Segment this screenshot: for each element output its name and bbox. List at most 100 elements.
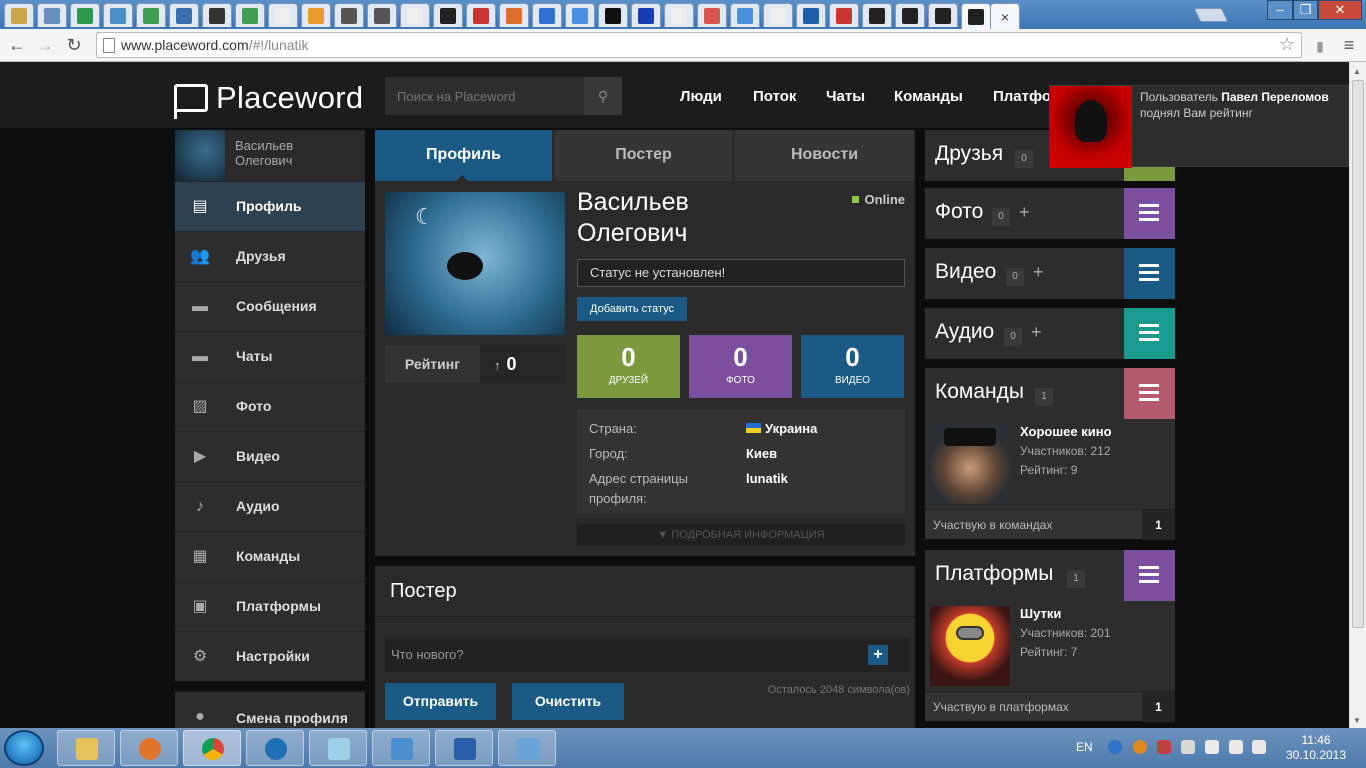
bookmark-star-icon[interactable]: ☆ bbox=[1279, 34, 1295, 55]
taskbar-explorer[interactable] bbox=[57, 730, 115, 766]
profile-avatar[interactable]: ☾ bbox=[385, 192, 565, 335]
rating-value-box[interactable]: ↑ 0 bbox=[480, 345, 565, 383]
sidebar-item-0[interactable]: ▤ Профиль bbox=[175, 181, 365, 232]
team-thumbnail[interactable] bbox=[930, 424, 1010, 504]
browser-tab[interactable] bbox=[301, 3, 331, 27]
address-bar[interactable]: www.placeword.com/#!/lunatik ☆ bbox=[96, 32, 1302, 58]
browser-tab[interactable] bbox=[169, 3, 199, 27]
add-plus-icon[interactable]: + bbox=[1031, 322, 1042, 343]
reload-icon[interactable]: ↻ bbox=[63, 34, 85, 56]
browser-tab[interactable] bbox=[598, 3, 628, 27]
sidebar-item-7[interactable]: ▦ Команды bbox=[175, 531, 365, 581]
network-signal-icon[interactable] bbox=[1229, 740, 1243, 754]
details-toggle[interactable]: ▼ ПОДРОБНАЯ ИНФОРМАЦИЯ bbox=[577, 524, 905, 546]
stat-friends[interactable]: 0 ДРУЗЕЙ bbox=[577, 335, 680, 398]
add-status-button[interactable]: Добавить статус bbox=[577, 297, 687, 321]
update-icon[interactable] bbox=[1133, 740, 1147, 754]
bluetooth-icon[interactable] bbox=[1108, 740, 1122, 754]
platform-name[interactable]: Шутки bbox=[1020, 606, 1061, 621]
browser-tab[interactable] bbox=[334, 3, 364, 27]
browser-tab[interactable] bbox=[532, 3, 562, 27]
tool-icon[interactable] bbox=[1157, 740, 1171, 754]
browser-tab[interactable] bbox=[631, 3, 661, 27]
taskbar-control-panel[interactable] bbox=[498, 730, 556, 766]
scroll-up-arrow-icon[interactable]: ▲ bbox=[1353, 67, 1361, 76]
widget-title[interactable]: Видео bbox=[935, 260, 996, 284]
browser-tab[interactable] bbox=[466, 3, 496, 27]
browser-tab[interactable] bbox=[37, 3, 67, 27]
browser-tab[interactable] bbox=[763, 3, 793, 27]
clear-button[interactable]: Очистить bbox=[512, 683, 624, 720]
sidebar-item-2[interactable]: ▬ Сообщения bbox=[175, 281, 365, 331]
stat-videos[interactable]: 0 ВИДЕО bbox=[801, 335, 904, 398]
scroll-down-arrow-icon[interactable]: ▼ bbox=[1353, 716, 1361, 725]
browser-tab[interactable] bbox=[235, 3, 265, 27]
scroll-thumb[interactable] bbox=[1352, 80, 1364, 628]
device-icon[interactable] bbox=[1205, 740, 1219, 754]
team-card[interactable]: Хорошее кино Участников: 212 Рейтинг: 9 bbox=[925, 419, 1175, 509]
browser-tab[interactable] bbox=[400, 3, 430, 27]
browser-tab[interactable] bbox=[730, 3, 760, 27]
browser-tab[interactable] bbox=[103, 3, 133, 27]
platforms-footer[interactable]: Участвую в платформах 1 bbox=[925, 691, 1175, 722]
nav-chats[interactable]: Чаты bbox=[826, 88, 865, 105]
volume-icon[interactable] bbox=[1252, 740, 1266, 754]
send-button[interactable]: Отправить bbox=[385, 683, 496, 720]
stat-photos[interactable]: 0 ФОТО bbox=[689, 335, 792, 398]
tab-news[interactable]: Новости bbox=[735, 130, 915, 181]
sidebar-item-9[interactable]: ⚙ Настройки bbox=[175, 631, 365, 681]
sidebar-item-1[interactable]: 👥 Друзья bbox=[175, 231, 365, 281]
widget-title[interactable]: Фото bbox=[935, 200, 983, 224]
nav-stream[interactable]: Поток bbox=[753, 88, 796, 105]
widget-menu-button[interactable] bbox=[1124, 550, 1175, 601]
language-indicator[interactable]: EN bbox=[1076, 740, 1093, 754]
chrome-menu-icon[interactable]: ≡ bbox=[1338, 34, 1360, 56]
minimize-window-button[interactable]: – bbox=[1267, 0, 1293, 20]
widget-title[interactable]: Аудио bbox=[935, 320, 994, 344]
widget-menu-button[interactable] bbox=[1124, 188, 1175, 239]
close-window-button[interactable]: ✕ bbox=[1318, 0, 1362, 20]
browser-tab[interactable] bbox=[829, 3, 859, 27]
platform-thumbnail[interactable] bbox=[930, 606, 1010, 686]
browser-tab[interactable] bbox=[862, 3, 892, 27]
new-tab-button[interactable] bbox=[1193, 8, 1229, 22]
taskbar-k-app[interactable] bbox=[246, 730, 304, 766]
url-text[interactable]: www.placeword.com/#!/lunatik bbox=[121, 37, 309, 53]
browser-tab[interactable] bbox=[70, 3, 100, 27]
widget-title[interactable]: Платформы bbox=[935, 562, 1053, 586]
sidebar-user-name[interactable]: Васильев Олегович bbox=[235, 138, 345, 168]
flag-icon[interactable] bbox=[1181, 740, 1195, 754]
address-value[interactable]: lunatik bbox=[746, 469, 788, 489]
taskbar-image-viewer[interactable] bbox=[372, 730, 430, 766]
browser-tab[interactable] bbox=[136, 3, 166, 27]
teams-footer[interactable]: Участвую в командах 1 bbox=[925, 509, 1175, 540]
sidebar-item-8[interactable]: ▣ Платформы bbox=[175, 581, 365, 631]
sidebar-item-6[interactable]: ♪ Аудио bbox=[175, 481, 365, 531]
taskbar-word[interactable] bbox=[435, 730, 493, 766]
browser-tab[interactable] bbox=[565, 3, 595, 27]
back-arrow-icon[interactable]: ← bbox=[6, 34, 28, 56]
taskbar-notes[interactable] bbox=[309, 730, 367, 766]
team-name[interactable]: Хорошее кино bbox=[1020, 424, 1112, 439]
browser-tab[interactable] bbox=[202, 3, 232, 27]
current-user[interactable]: Васильев Олегович bbox=[175, 130, 365, 181]
add-plus-icon[interactable]: + bbox=[1033, 262, 1044, 283]
maximize-window-button[interactable]: ❐ bbox=[1293, 0, 1318, 20]
widget-menu-button[interactable] bbox=[1124, 248, 1175, 299]
add-plus-icon[interactable]: + bbox=[1019, 202, 1030, 223]
start-button[interactable] bbox=[4, 730, 44, 766]
browser-tab[interactable] bbox=[4, 3, 34, 27]
notification-user[interactable]: Павел Переломов bbox=[1221, 90, 1329, 104]
sidebar-item-switch-profile[interactable]: ● Смена профиля bbox=[175, 691, 365, 731]
browser-tab[interactable] bbox=[268, 3, 298, 27]
post-input[interactable]: Что нового? bbox=[385, 637, 909, 672]
browser-tab[interactable] bbox=[961, 3, 991, 29]
tab-poster[interactable]: Постер bbox=[555, 130, 733, 181]
status-text[interactable]: Статус не установлен! bbox=[577, 259, 905, 287]
rating-notification[interactable]: Пользователь Павел Переломов поднял Вам … bbox=[1049, 85, 1349, 168]
tab-profile[interactable]: Профиль bbox=[375, 130, 553, 182]
browser-tab[interactable] bbox=[796, 3, 826, 27]
notifier-avatar[interactable] bbox=[1050, 86, 1132, 168]
avatar[interactable] bbox=[175, 130, 225, 181]
platform-card[interactable]: Шутки Участников: 201 Рейтинг: 7 bbox=[925, 601, 1175, 691]
